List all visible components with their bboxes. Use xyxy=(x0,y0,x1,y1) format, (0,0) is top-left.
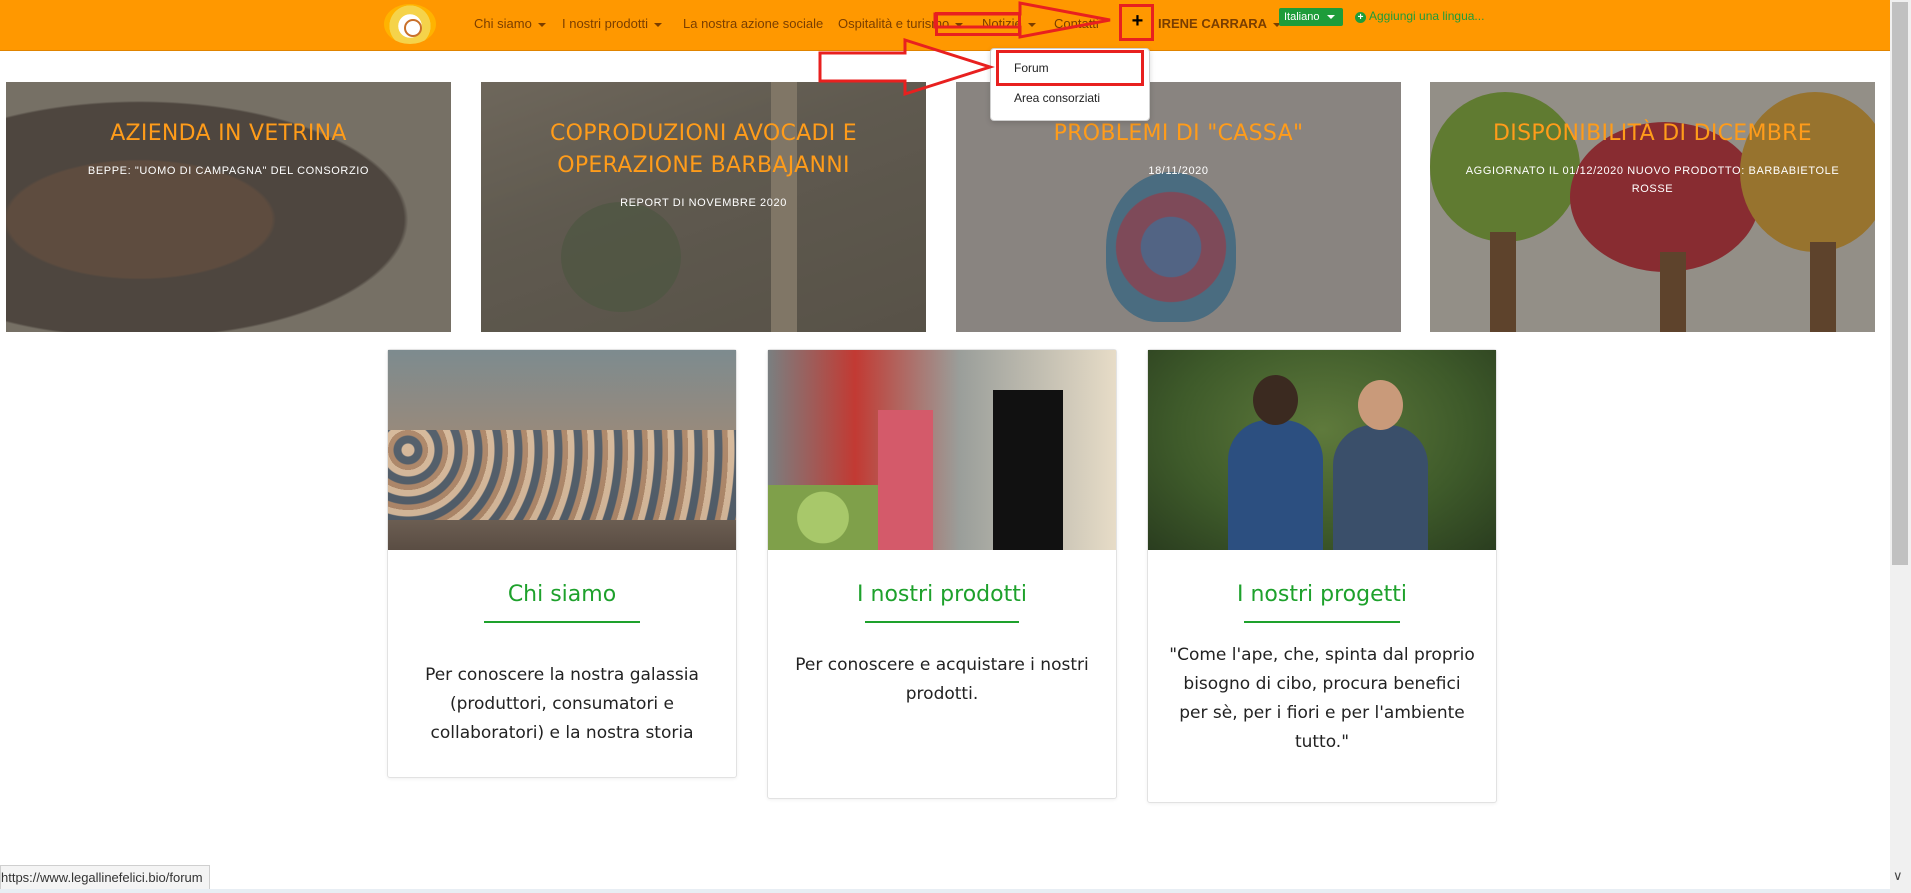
card-title: I nostri prodotti xyxy=(857,582,1027,607)
arrow-to-forum-icon xyxy=(818,37,995,97)
hero-subtitle: AGGIORNATO IL 01/12/2020 NUOVO PRODOTTO:… xyxy=(1465,165,1840,195)
projects-photo xyxy=(1148,350,1496,550)
hero-subtitle: 18/11/2020 xyxy=(1148,165,1209,177)
highlight-nav-box xyxy=(935,12,1021,36)
scroll-down-arrow-icon[interactable]: ∨ xyxy=(1893,868,1903,884)
feature-card-progetti[interactable]: I nostri progetti "Come l'ape, che, spin… xyxy=(1147,349,1497,803)
feature-card-prodotti[interactable]: I nostri prodotti Per conoscere e acquis… xyxy=(767,349,1117,799)
card-text: Per conoscere e acquistare i nostri prod… xyxy=(795,655,1089,704)
card-divider xyxy=(865,621,1019,623)
card-title: I nostri progetti xyxy=(1237,582,1407,607)
card-title: Chi siamo xyxy=(507,582,617,607)
products-photo xyxy=(768,350,1116,550)
highlight-forum-box xyxy=(996,50,1144,86)
card-text: "Come l'ape, che, spinta dal proprio bis… xyxy=(1169,645,1475,752)
hero-subtitle: REPORT DI NOVEMBRE 2020 xyxy=(620,197,787,209)
horizontal-scroll-track xyxy=(0,889,1890,893)
highlight-plus-box xyxy=(1119,4,1154,41)
card-text: Per conoscere la nostra galassia (produt… xyxy=(425,665,699,743)
card-divider xyxy=(1244,621,1400,623)
group-photo xyxy=(388,350,736,550)
status-bar-url: https://www.legallinefelici.bio/forum xyxy=(0,865,210,891)
hero-subtitle: BEPPE: "UOMO DI CAMPAGNA" DEL CONSORZIO xyxy=(87,165,370,177)
card-divider xyxy=(484,621,640,623)
feature-card-chi-siamo[interactable]: Chi siamo Per conoscere la nostra galass… xyxy=(387,349,737,778)
